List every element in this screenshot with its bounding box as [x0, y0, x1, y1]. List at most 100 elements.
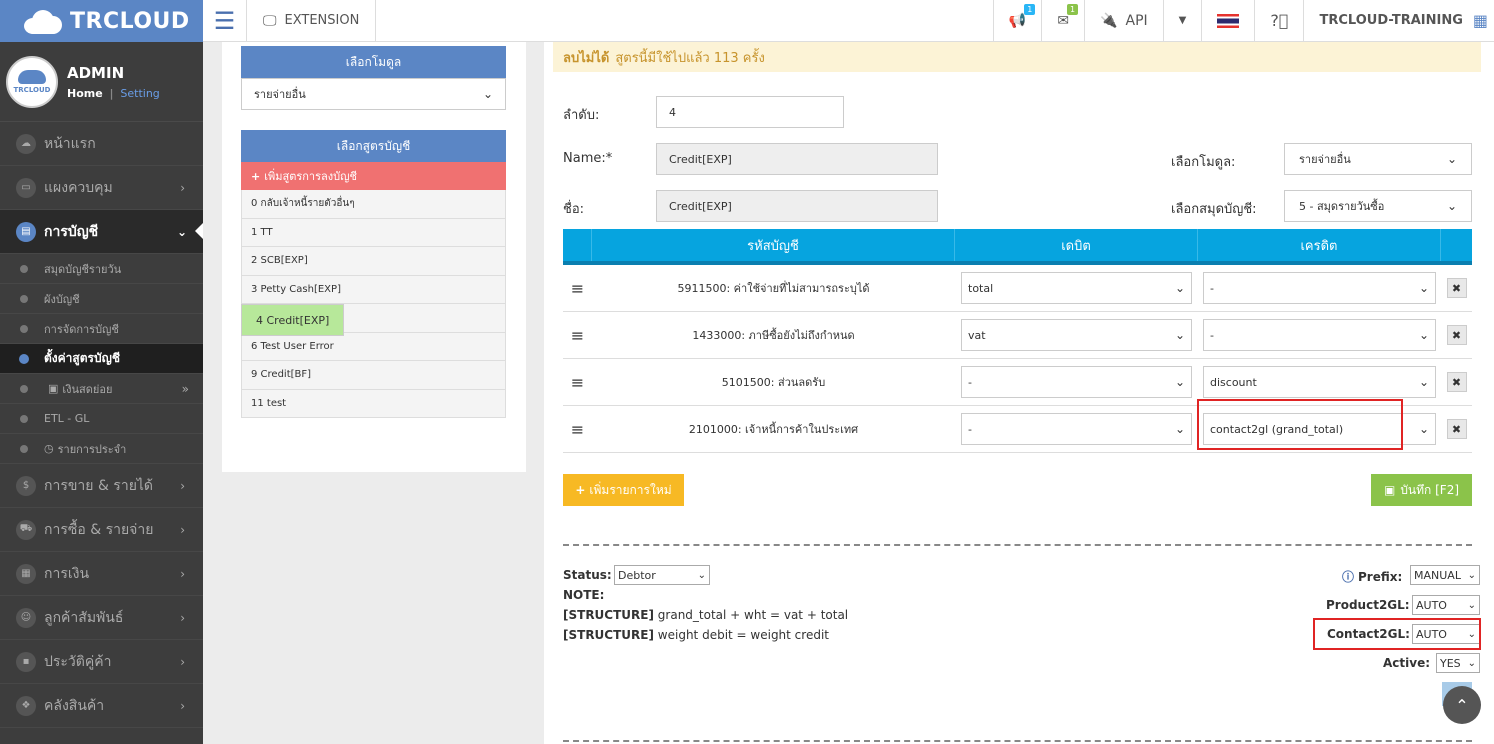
debit-select[interactable]: - ⌄ — [961, 366, 1192, 398]
order-input[interactable]: 4 — [656, 96, 844, 128]
sidebar-item-label: แผงควบคุม — [44, 179, 113, 196]
formula-item-selected[interactable]: 4 Credit[EXP] — [241, 304, 345, 336]
announcement-button[interactable]: 📢 1 — [992, 0, 1041, 42]
mail-button[interactable]: ✉ 1 — [1041, 0, 1084, 42]
journal-label: เลือกสมุดบัญชี: — [1171, 202, 1257, 217]
language-selector[interactable] — [1201, 0, 1254, 42]
chevron-right-icon: › — [180, 566, 185, 581]
sidebar-sub-formula-settings[interactable]: ตั้งค่าสูตรบัญชี — [0, 344, 203, 374]
save-button[interactable]: ▣ บันทึก [F2] — [1371, 474, 1472, 506]
cloud-icon: ☁ — [16, 133, 36, 154]
chevron-right-icon: › — [180, 478, 185, 493]
credit-select[interactable]: - ⌄ — [1203, 272, 1436, 304]
product2gl-select[interactable]: AUTO ⌄ — [1412, 595, 1480, 615]
hamburger-menu-icon[interactable]: ☰ — [203, 0, 247, 42]
drag-handle-icon[interactable]: ≡ — [563, 279, 592, 298]
chevron-down-icon: ⌄ — [697, 569, 706, 581]
active-select[interactable]: YES ⌄ — [1436, 653, 1480, 673]
debit-select[interactable]: total ⌄ — [961, 272, 1192, 304]
formula-item[interactable]: 1 TT — [241, 218, 506, 247]
cloud-icon — [18, 69, 46, 84]
chevron-down-icon: ⌄ — [1174, 422, 1185, 436]
help-button[interactable]: ?⃝ — [1254, 0, 1303, 42]
module-select[interactable]: รายจ่ายอื่น ⌄ — [241, 78, 506, 110]
sidebar-item-finance[interactable]: ▦ การเงิน › — [0, 552, 203, 596]
sidebar-item-purchase[interactable]: ⛟ การซื้อ & รายจ่าย › — [0, 508, 203, 552]
entries-table-header: รหัสบัญชี เดบิต เครดิต — [563, 229, 1472, 265]
formula-item[interactable]: 6 Test User Error — [241, 332, 506, 361]
formula-item[interactable]: 9 Credit[BF] — [241, 361, 506, 390]
delete-row-icon[interactable]: ✖ — [1446, 372, 1467, 392]
credit-select[interactable]: discount ⌄ — [1203, 366, 1436, 398]
sidebar-item-home[interactable]: ☁ หน้าแรก — [0, 122, 203, 166]
add-row-button[interactable]: + เพิ่มรายการใหม่ — [563, 474, 684, 506]
add-formula-label: เพิ่มสูตรการลงบัญชี — [264, 170, 357, 183]
active-value: YES — [1440, 656, 1461, 670]
add-formula-button[interactable]: + เพิ่มสูตรการลงบัญชี — [241, 162, 506, 190]
divider — [563, 740, 1472, 742]
chevron-down-icon: ⌄ — [1418, 375, 1429, 389]
formula-item[interactable]: 3 Petty Cash[EXP] — [241, 275, 506, 304]
sidebar-sub-recurring[interactable]: ◷ รายการประจำ — [0, 434, 203, 464]
sidebar-item-sales[interactable]: $ การขาย & รายได้ › — [0, 464, 203, 508]
drag-handle-icon[interactable]: ≡ — [563, 420, 592, 439]
drag-handle-icon[interactable]: ≡ — [563, 326, 592, 345]
sidebar-item-crm[interactable]: ☺ ลูกค้าสัมพันธ์ › — [0, 596, 203, 640]
monitor-icon: ▭ — [16, 177, 36, 198]
status-select[interactable]: Debtor ⌄ — [614, 565, 710, 585]
thai-name-input[interactable]: Credit[EXP] — [656, 190, 938, 222]
formula-item[interactable]: 2 SCB[EXP] — [241, 247, 506, 276]
sidebar-item-accounting[interactable]: ▤ การบัญชี ⌄ — [0, 210, 203, 254]
home-link[interactable]: Home — [67, 87, 103, 100]
sidebar-sub-etl-gl[interactable]: ETL - GL — [0, 404, 203, 434]
sidebar-item-partner-history[interactable]: ▪ ประวัติคู่ค้า › — [0, 640, 203, 684]
sidebar-sub-account-management[interactable]: การจัดการบัญชี — [0, 314, 203, 344]
formula-list: 0 กลับเจ้าหนี้รายตัวอื่นๆ 1 TT 2 SCB[EXP… — [241, 190, 506, 418]
warning-alert: ลบไม่ได้ สูตรนี้มีใช้ไปแล้ว 113 ครั้ง — [553, 42, 1481, 72]
setting-link[interactable]: Setting — [120, 87, 159, 100]
user-menu[interactable]: TRCLOUD-TRAINING ▦ — [1303, 0, 1494, 42]
delete-row-icon[interactable]: ✖ — [1446, 325, 1467, 345]
sidebar-item-inventory[interactable]: ❖ คลังสินค้า › — [0, 684, 203, 728]
formula-item[interactable]: 11 test — [241, 389, 506, 418]
module-select-main[interactable]: รายจ่ายอื่น ⌄ — [1284, 143, 1472, 175]
sidebar-item-label: การซื้อ & รายจ่าย — [44, 521, 154, 538]
avatar-text: TRCLOUD — [13, 85, 51, 94]
user-label: TRCLOUD-TRAINING — [1319, 13, 1463, 28]
monitor-icon: 🖵 — [263, 12, 277, 29]
sidebar-item-dashboard[interactable]: ▭ แผงควบคุม › — [0, 166, 203, 210]
prefix-select[interactable]: MANUAL ⌄ — [1410, 565, 1480, 585]
scroll-to-top-button[interactable]: ⌃ — [1443, 686, 1481, 724]
sidebar-sub-chart-of-accounts[interactable]: ผังบัญชี — [0, 284, 203, 314]
avatar[interactable]: TRCLOUD — [6, 55, 58, 108]
sidebar-sub-petty-cash[interactable]: ▣ เงินสดย่อย » — [0, 374, 203, 404]
extension-label: EXTENSION — [284, 13, 360, 28]
sidebar-sub-label: รายการประจำ — [57, 442, 127, 456]
module-label: เลือกโมดูล: — [1171, 155, 1236, 170]
chevron-down-icon: ⌄ — [1174, 328, 1185, 342]
sidebar-sub-journal[interactable]: สมุดบัญชีรายวัน — [0, 254, 203, 284]
formula-item[interactable]: 0 กลับเจ้าหนี้รายตัวอื่นๆ — [241, 190, 506, 219]
question-circle-icon: ?⃝ — [1270, 11, 1289, 30]
credit-select[interactable]: - ⌄ — [1203, 319, 1436, 351]
sidebar-sub-label: การจัดการบัญชี — [44, 322, 119, 336]
header-drag-col — [563, 229, 592, 261]
api-button[interactable]: 🔌 API — [1084, 0, 1163, 42]
extension-button[interactable]: 🖵 EXTENSION — [247, 0, 377, 42]
delete-row-icon[interactable]: ✖ — [1446, 278, 1467, 298]
credit-value: discount — [1210, 375, 1257, 389]
dropdown-toggle[interactable]: ▼ — [1162, 0, 1202, 42]
chevron-down-icon: ⌄ — [1446, 199, 1457, 213]
drag-handle-icon[interactable]: ≡ — [563, 373, 592, 392]
save-label: บันทึก [F2] — [1400, 482, 1460, 497]
chevron-down-icon: ⌄ — [1467, 657, 1476, 669]
debit-select[interactable]: vat ⌄ — [961, 319, 1192, 351]
chevron-down-icon: ⌄ — [482, 87, 493, 101]
top-navbar: ☰ 🖵 EXTENSION 📢 1 ✉ 1 🔌 API ▼ ?⃝ TRCLOUD… — [203, 0, 1494, 42]
header-action-col — [1441, 229, 1472, 261]
brand-logo[interactable]: TRCLOUD — [0, 0, 203, 42]
debit-select[interactable]: - ⌄ — [961, 413, 1192, 445]
journal-select[interactable]: 5 - สมุดรายวันซื้อ ⌄ — [1284, 190, 1472, 222]
delete-row-icon[interactable]: ✖ — [1446, 419, 1467, 439]
name-input[interactable]: Credit[EXP] — [656, 143, 938, 175]
